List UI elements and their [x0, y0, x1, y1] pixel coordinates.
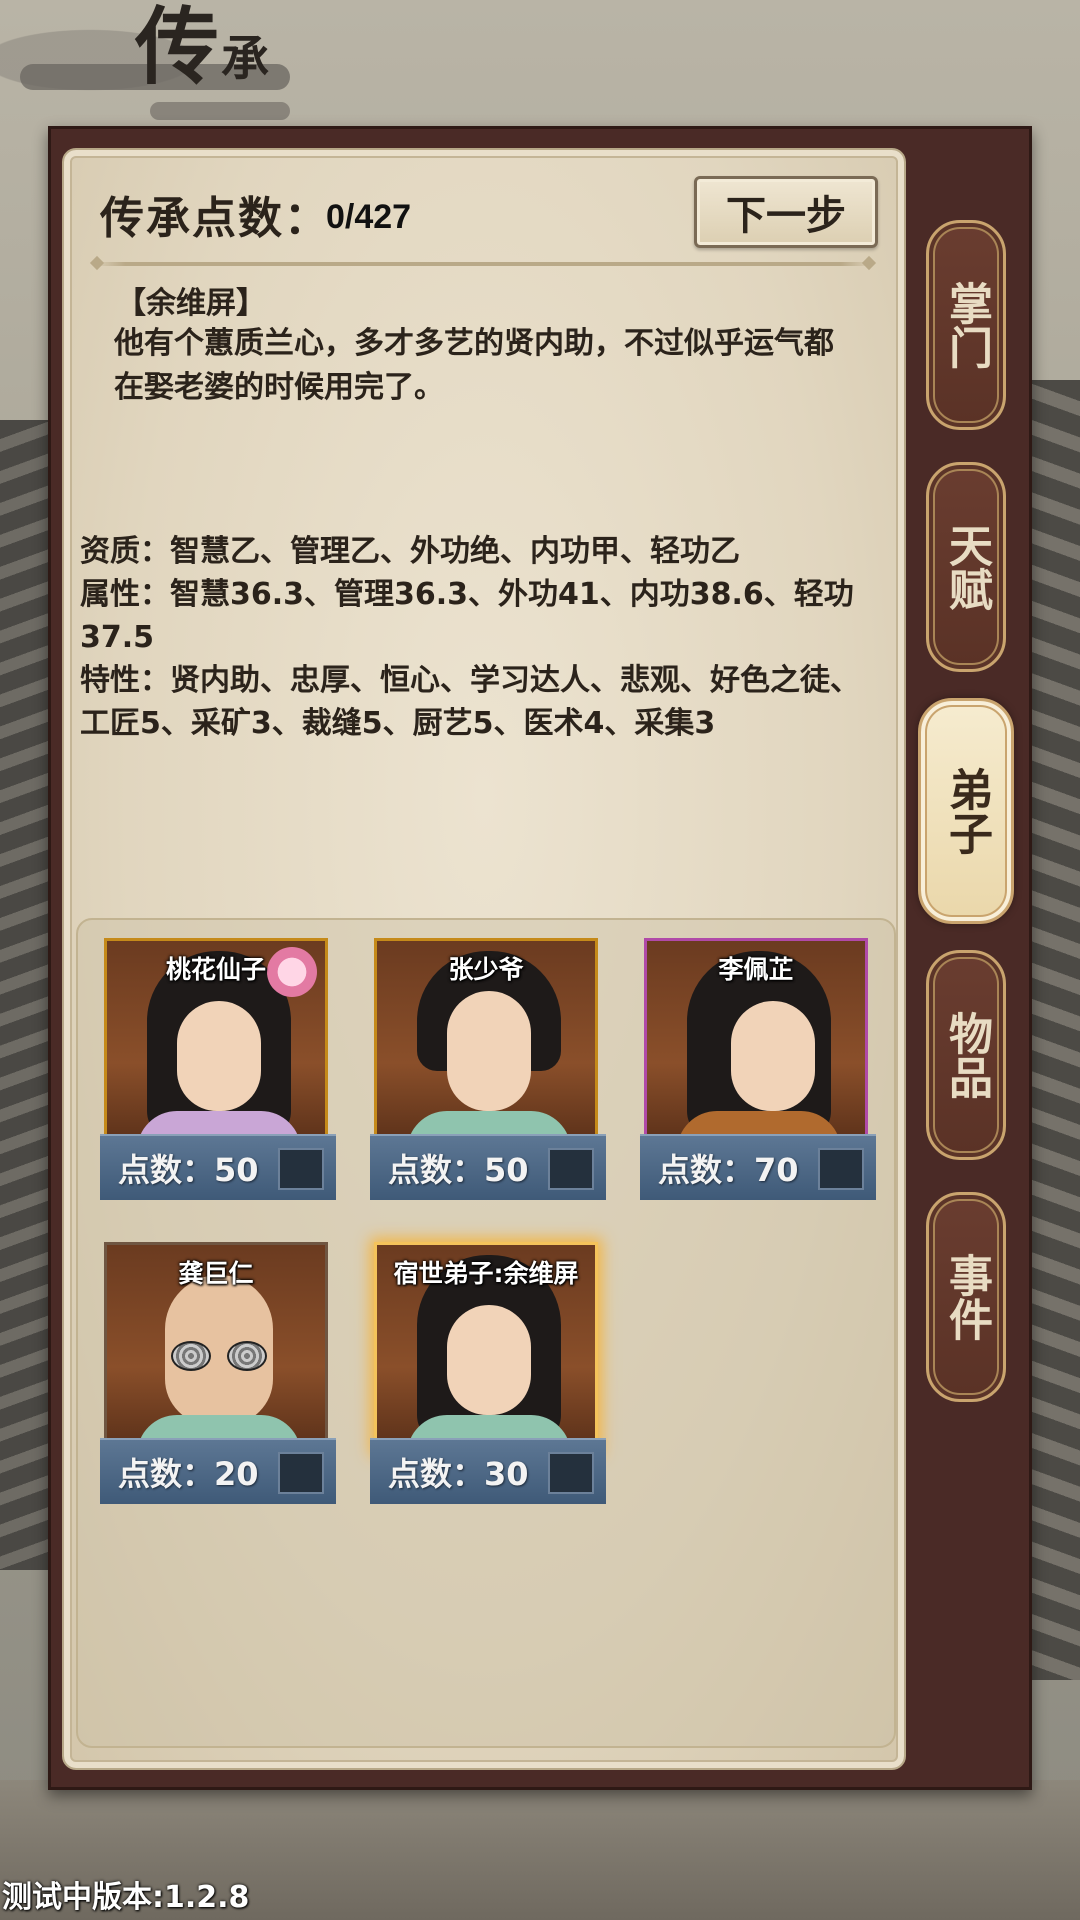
- select-checkbox[interactable]: [818, 1148, 864, 1190]
- stat-traits: 特性：贤内助、忠厚、恒心、学习达人、悲观、好色之徒、工匠5、采矿3、裁缝5、厨艺…: [80, 663, 860, 741]
- header-divider: [94, 262, 872, 266]
- disciple-card-name: 张少爷: [448, 955, 524, 984]
- disciple-points: 点数：70: [658, 1151, 799, 1189]
- disciple-card[interactable]: 张少爷 点数：50: [370, 938, 606, 1204]
- disciple-points: 点数：50: [118, 1151, 259, 1189]
- disciple-points: 点数：20: [118, 1455, 259, 1493]
- spiral-glasses-icon: [171, 1341, 267, 1371]
- tab-sect-leader[interactable]: 掌门: [926, 220, 1006, 430]
- tab-talent[interactable]: 天赋: [926, 462, 1006, 672]
- disciple-points-bar: 点数：70: [640, 1134, 876, 1200]
- inheritance-points-label: 传承点数：: [100, 193, 330, 244]
- select-checkbox[interactable]: [278, 1452, 324, 1494]
- title-decoration: [150, 102, 290, 120]
- select-checkbox[interactable]: [548, 1452, 594, 1494]
- select-checkbox[interactable]: [278, 1148, 324, 1190]
- disciple-points-bar: 点数：20: [100, 1438, 336, 1504]
- disciple-card[interactable]: 李佩芷 点数：70: [640, 938, 876, 1204]
- disciple-description: 他有个蕙质兰心，多才多艺的贤内助，不过似乎运气都在娶老婆的时候用完了。: [114, 326, 834, 405]
- inheritance-points-value: 0/427: [326, 198, 412, 236]
- disciple-card-selected[interactable]: 宿世弟子:余维屏 点数：30: [370, 1242, 606, 1508]
- disciple-stats: 资质：智慧乙、管理乙、外功绝、内功甲、轻功乙 属性：智慧36.3、管理36.3、…: [80, 530, 880, 745]
- stat-aptitude: 资质：智慧乙、管理乙、外功绝、内功甲、轻功乙: [80, 534, 740, 569]
- tab-items[interactable]: 物品: [926, 950, 1006, 1160]
- disciple-points-bar: 点数：50: [370, 1134, 606, 1200]
- disciple-card-name: 李佩芷: [718, 955, 794, 984]
- disciple-card-name: 龚巨仁: [178, 1259, 254, 1288]
- stat-attributes: 属性：智慧36.3、管理36.3、外功41、内功38.6、轻功37.5: [80, 577, 854, 655]
- screen-title-sub: 承: [221, 31, 270, 87]
- next-step-button[interactable]: 下一步: [694, 176, 878, 248]
- tab-label: 物品: [941, 1011, 992, 1099]
- tab-disciples[interactable]: 弟子: [918, 698, 1014, 924]
- tab-label: 掌门: [941, 281, 992, 369]
- disciple-points-bar: 点数：30: [370, 1438, 606, 1504]
- screen-title: 传 承: [135, 5, 269, 89]
- disciple-card-name: 宿世弟子:余维屏: [393, 1259, 579, 1288]
- tab-events[interactable]: 事件: [926, 1192, 1006, 1402]
- disciple-points: 点数：50: [388, 1151, 529, 1189]
- tab-label: 事件: [941, 1253, 992, 1341]
- disciple-name-heading: 【余维屏】: [116, 286, 266, 321]
- disciple-points-bar: 点数：50: [100, 1134, 336, 1200]
- tab-label: 天赋: [941, 523, 992, 611]
- disciple-points: 点数：30: [388, 1455, 529, 1493]
- disciple-card-name: 桃花仙子: [165, 955, 266, 984]
- disciple-card[interactable]: 龚巨仁 点数：20: [100, 1242, 336, 1508]
- version-label: 测试中版本:1.2.8: [2, 1880, 250, 1915]
- screen-title-main: 传: [135, 0, 220, 96]
- tab-label: 弟子: [941, 767, 992, 855]
- select-checkbox[interactable]: [548, 1148, 594, 1190]
- disciple-card[interactable]: 桃花仙子 点数：50: [100, 938, 336, 1204]
